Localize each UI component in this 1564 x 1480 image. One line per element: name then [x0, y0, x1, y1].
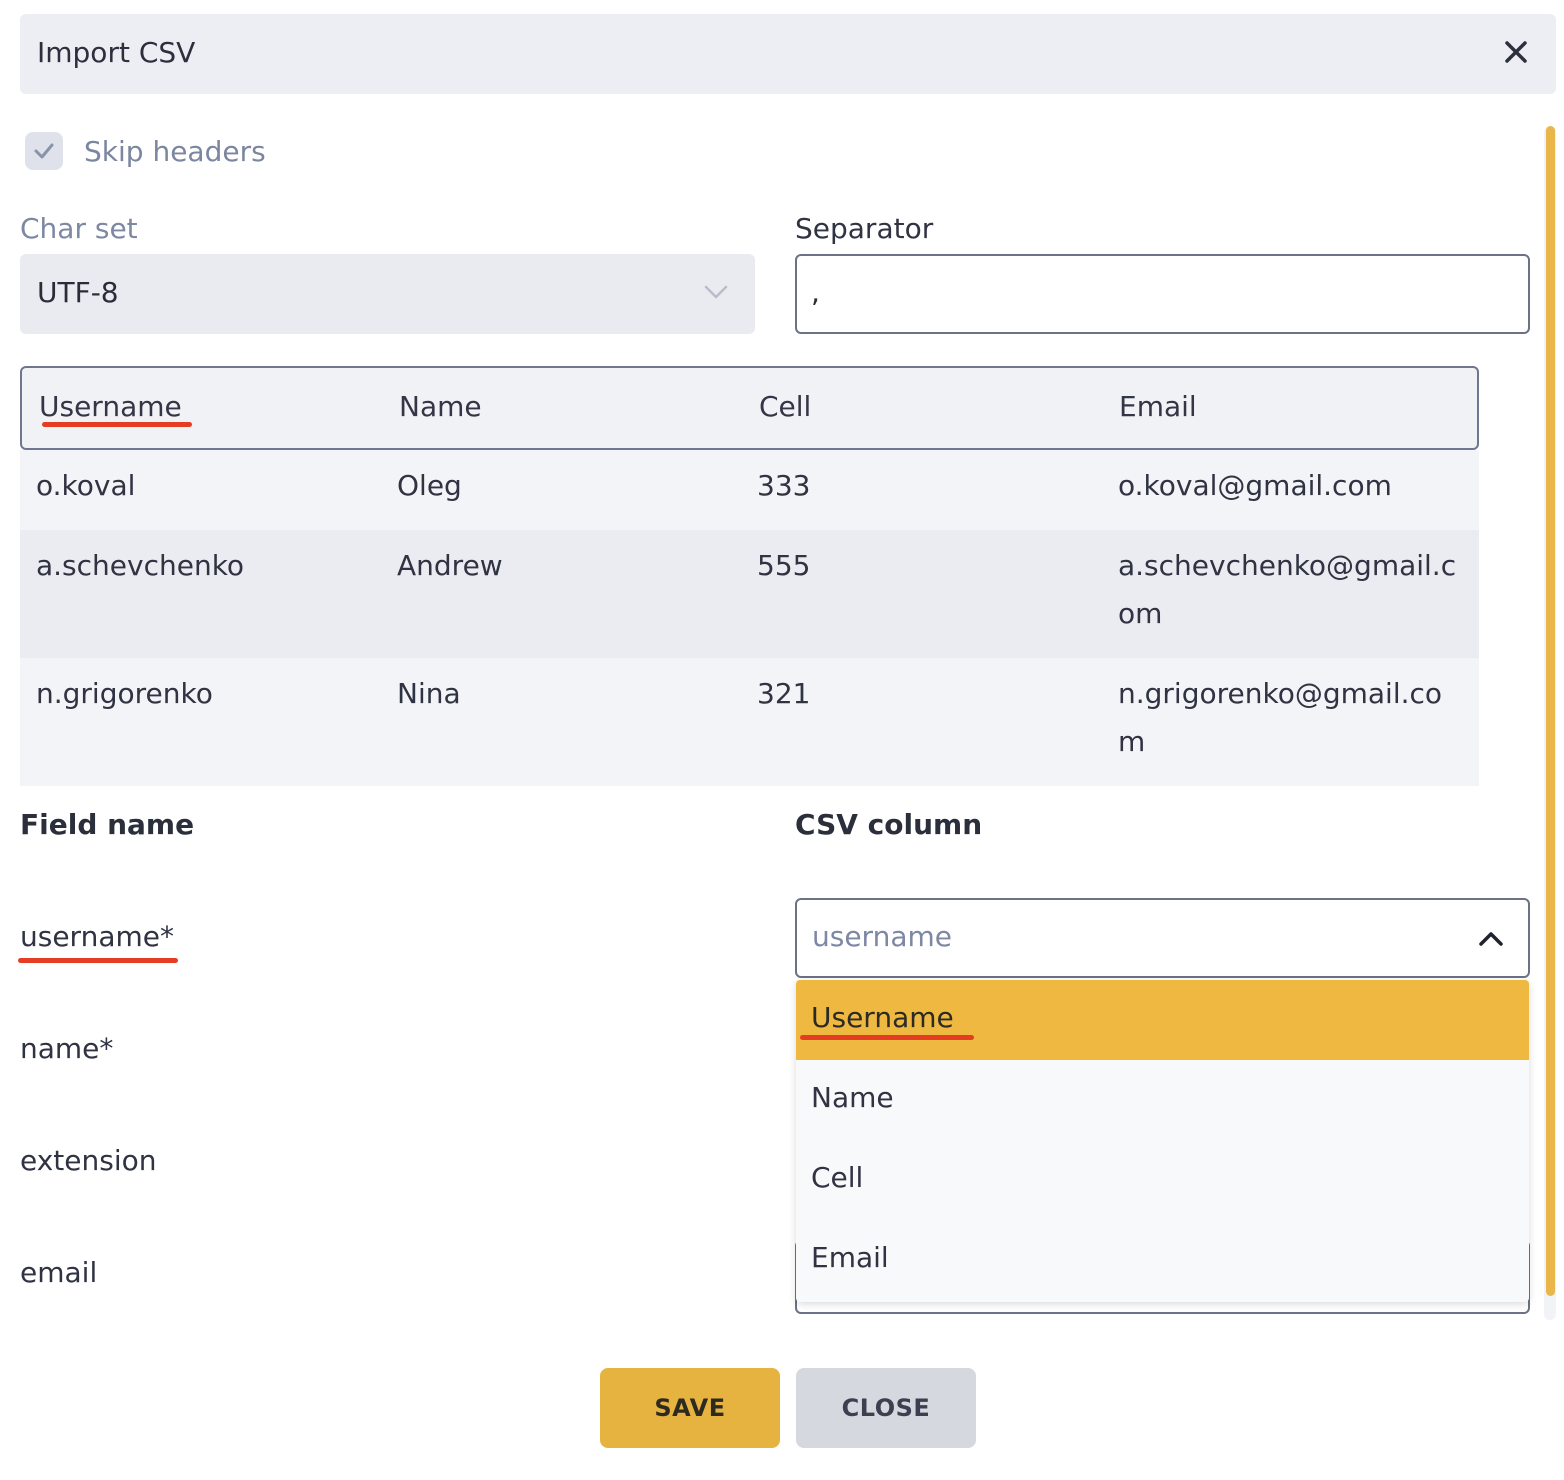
- csv-column-placeholder: username: [812, 920, 952, 953]
- close-button[interactable]: CLOSE: [796, 1368, 976, 1448]
- dropdown-option-email[interactable]: Email: [796, 1220, 1529, 1300]
- field-name: name*: [20, 1032, 114, 1065]
- charset-value: UTF-8: [37, 276, 119, 309]
- table-cell: a.schevchenko: [36, 549, 245, 582]
- dropdown-option-username[interactable]: Username: [796, 980, 1529, 1060]
- scrollbar-thumb[interactable]: [1546, 126, 1555, 1296]
- separator-label: Separator: [795, 212, 934, 245]
- separator-input[interactable]: ,: [795, 254, 1530, 334]
- dropdown-option-cell[interactable]: Cell: [796, 1140, 1529, 1220]
- chevron-up-icon: [1476, 926, 1506, 954]
- column-header-username: Username: [39, 390, 182, 423]
- field-email: email: [20, 1256, 98, 1289]
- annotation-underline: [42, 422, 192, 427]
- column-header-name: Name: [399, 390, 482, 423]
- skip-headers-checkbox[interactable]: [25, 132, 63, 170]
- field-extension: extension: [20, 1144, 157, 1177]
- csv-column-header: CSV column: [795, 808, 983, 841]
- table-cell: 555: [757, 549, 811, 582]
- charset-label: Char set: [20, 212, 138, 245]
- table-header: Username Name Cell Email: [20, 366, 1479, 450]
- table-row: o.koval Oleg 333 o.koval@gmail.com: [20, 450, 1479, 530]
- table-cell: o.koval@gmail.com: [1118, 469, 1392, 502]
- preview-table: Username Name Cell Email o.koval Oleg 33…: [20, 366, 1479, 786]
- annotation-underline: [800, 1035, 974, 1040]
- separator-value: ,: [811, 276, 820, 309]
- skip-headers-option[interactable]: Skip headers: [25, 131, 266, 171]
- check-icon: [34, 143, 54, 159]
- column-header-email: Email: [1119, 390, 1197, 423]
- skip-headers-label: Skip headers: [84, 134, 266, 168]
- charset-select[interactable]: UTF-8: [20, 254, 755, 334]
- csv-column-dropdown: Username Name Cell Email: [796, 980, 1529, 1302]
- table-cell: Oleg: [397, 469, 462, 502]
- chevron-down-icon: [703, 282, 729, 306]
- close-icon[interactable]: [1500, 36, 1532, 68]
- table-cell: 321: [757, 677, 811, 710]
- field-username: username*: [20, 920, 174, 953]
- dialog-title: Import CSV: [37, 36, 196, 69]
- table-cell: n.grigorenko: [36, 677, 213, 710]
- save-button[interactable]: SAVE: [600, 1368, 780, 1448]
- table-cell: o.koval: [36, 469, 136, 502]
- table-cell: Nina: [397, 677, 461, 710]
- annotation-underline: [18, 958, 178, 963]
- dropdown-option-name[interactable]: Name: [796, 1060, 1529, 1140]
- table-cell: 333: [757, 469, 811, 502]
- table-cell: a.schevchenko@gmail.com: [1118, 549, 1457, 630]
- field-name-header: Field name: [20, 808, 195, 841]
- column-header-cell: Cell: [759, 390, 812, 423]
- table-row: a.schevchenko Andrew 555 a.schevchenko@g…: [20, 530, 1479, 658]
- table-cell: n.grigorenko@gmail.com: [1118, 677, 1443, 758]
- dialog-header: Import CSV: [20, 14, 1556, 94]
- csv-column-select-username[interactable]: username: [795, 898, 1530, 978]
- table-cell: Andrew: [397, 549, 503, 582]
- table-row: n.grigorenko Nina 321 n.grigorenko@gmail…: [20, 658, 1479, 786]
